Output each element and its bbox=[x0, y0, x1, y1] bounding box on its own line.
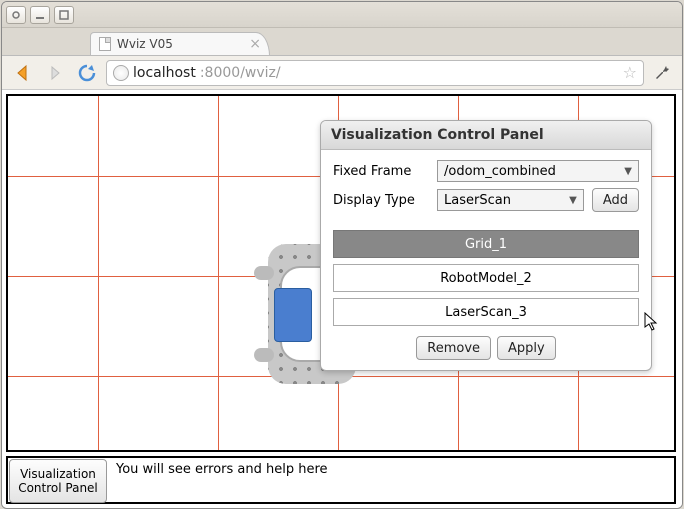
remove-button[interactable]: Remove bbox=[416, 336, 491, 360]
cursor-icon bbox=[644, 312, 660, 335]
close-icon[interactable]: × bbox=[249, 36, 261, 52]
chevron-down-icon: ▼ bbox=[624, 166, 632, 177]
url-host: localhost bbox=[133, 65, 196, 81]
display-list: Grid_1 RobotModel_2 LaserScan_3 bbox=[333, 230, 639, 326]
list-item[interactable]: LaserScan_3 bbox=[333, 298, 639, 326]
window-menu-button[interactable] bbox=[6, 6, 26, 24]
browser-tab[interactable]: Wviz V05 × bbox=[90, 32, 270, 56]
display-type-select[interactable]: LaserScan ▼ bbox=[437, 189, 584, 211]
window-titlebar bbox=[2, 2, 682, 28]
apply-button[interactable]: Apply bbox=[497, 336, 556, 360]
help-text: You will see errors and help here bbox=[108, 458, 336, 481]
wrench-menu-button[interactable] bbox=[650, 61, 674, 85]
fixed-frame-select[interactable]: /odom_combined ▼ bbox=[437, 160, 639, 182]
bookmark-star-icon[interactable]: ☆ bbox=[623, 63, 637, 82]
page-content: Visualization Control Panel Fixed Frame … bbox=[2, 90, 682, 508]
tab-title: Wviz V05 bbox=[117, 37, 173, 51]
reload-button[interactable] bbox=[74, 60, 100, 86]
globe-icon bbox=[113, 65, 129, 81]
chevron-down-icon: ▼ bbox=[569, 195, 577, 206]
fixed-frame-value: /odom_combined bbox=[444, 164, 556, 179]
display-type-label: Display Type bbox=[333, 193, 429, 208]
document-icon bbox=[99, 37, 111, 51]
list-item[interactable]: RobotModel_2 bbox=[333, 264, 639, 292]
add-button[interactable]: Add bbox=[592, 188, 639, 212]
display-type-value: LaserScan bbox=[444, 193, 511, 208]
forward-button[interactable] bbox=[42, 60, 68, 86]
window-minimize-button[interactable] bbox=[30, 6, 50, 24]
back-button[interactable] bbox=[10, 60, 36, 86]
fixed-frame-label: Fixed Frame bbox=[333, 164, 429, 179]
address-bar[interactable]: localhost:8000/wviz/ ☆ bbox=[106, 60, 644, 86]
panel-title: Visualization Control Panel bbox=[321, 121, 651, 150]
window-maximize-button[interactable] bbox=[54, 6, 74, 24]
control-panel-toggle-button[interactable]: Visualization Control Panel bbox=[9, 459, 107, 503]
tabstrip: Wviz V05 × bbox=[2, 28, 682, 56]
browser-toolbar: localhost:8000/wviz/ ☆ bbox=[2, 56, 682, 90]
footer-bar: Visualization Control Panel You will see… bbox=[6, 456, 676, 504]
list-item[interactable]: Grid_1 bbox=[333, 230, 639, 258]
control-panel: Visualization Control Panel Fixed Frame … bbox=[320, 120, 652, 371]
url-path: :8000/wviz/ bbox=[200, 65, 281, 81]
visualization-canvas[interactable]: Visualization Control Panel Fixed Frame … bbox=[6, 94, 676, 452]
